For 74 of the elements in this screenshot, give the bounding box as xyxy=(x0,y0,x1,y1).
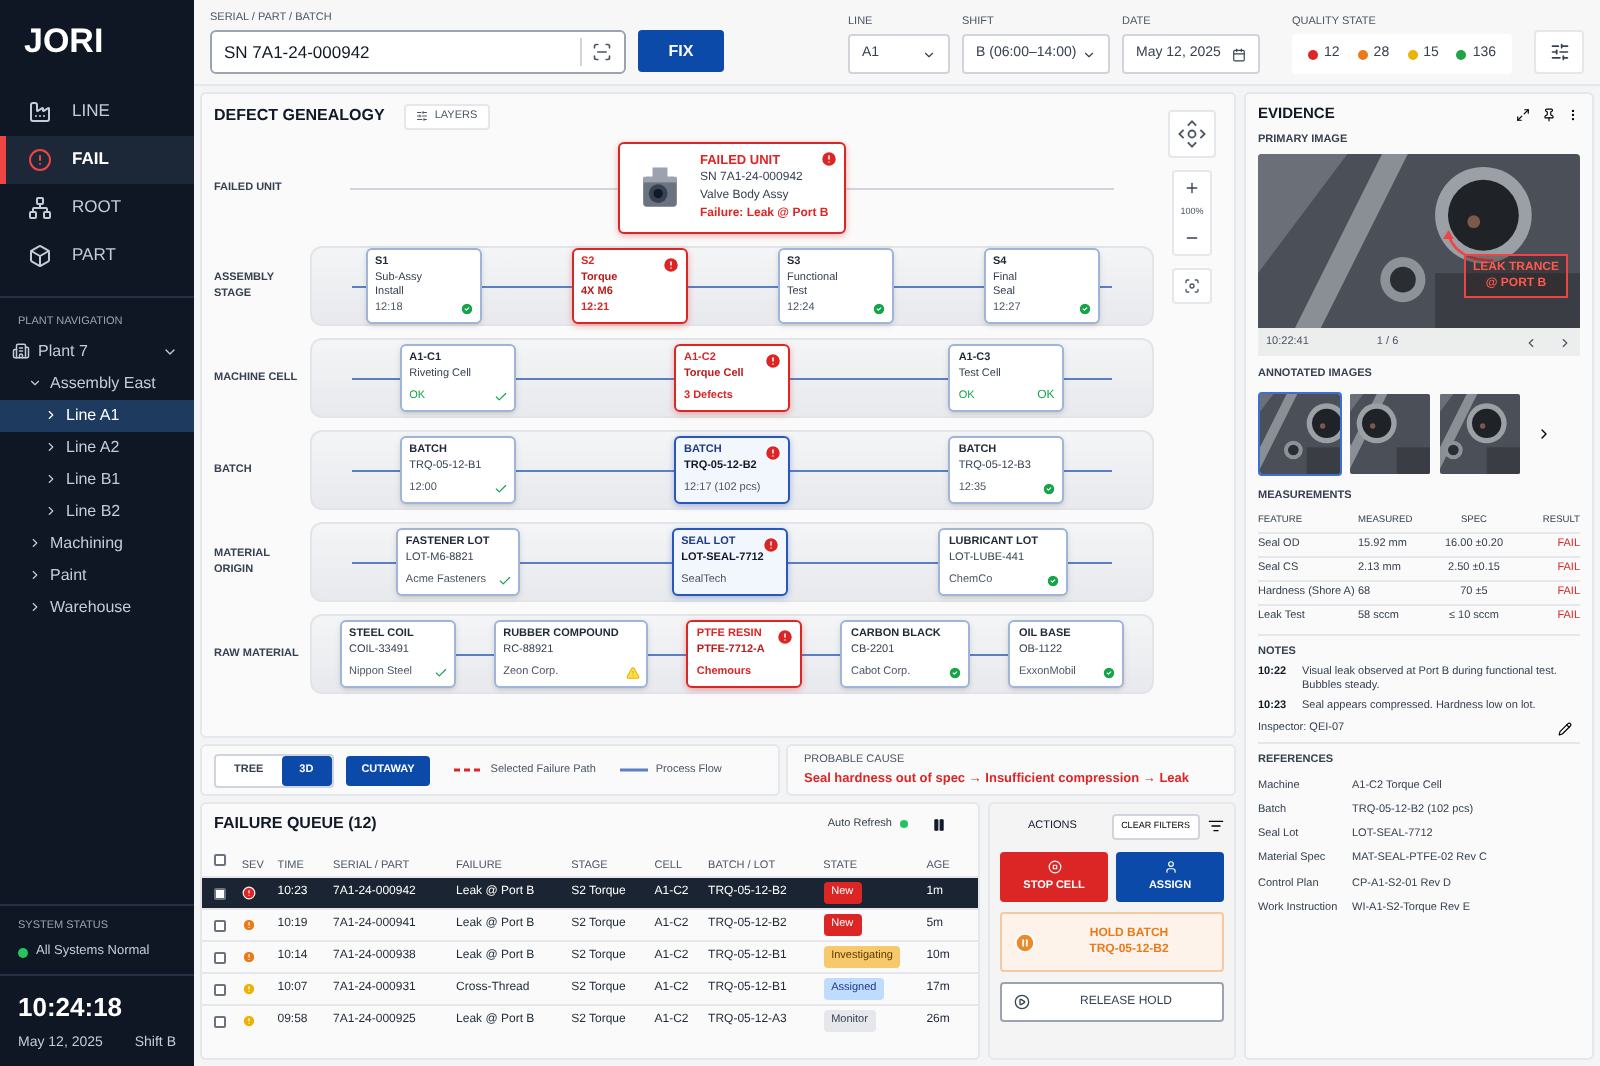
chevron-icon xyxy=(44,472,58,487)
nav-icon xyxy=(28,243,52,267)
tree-label: Assembly East xyxy=(50,371,156,396)
tree-item[interactable]: Line B2 xyxy=(0,495,194,528)
clock-time: 10:24:18 xyxy=(18,990,125,1026)
chevron-icon xyxy=(44,504,58,519)
scan-icon[interactable] xyxy=(592,42,612,62)
panel-title: FAILURE QUEUE (12) xyxy=(214,812,377,836)
zoom-in-icon[interactable] xyxy=(1184,180,1200,196)
filter-icon[interactable] xyxy=(1208,818,1224,834)
edit-icon[interactable] xyxy=(1558,721,1572,736)
more-icon[interactable] xyxy=(1566,107,1580,121)
focus-icon xyxy=(1184,277,1200,294)
tree-label: Plant 7 xyxy=(38,339,88,364)
filter-settings-button[interactable] xyxy=(1534,30,1584,74)
nav-item[interactable]: ROOT xyxy=(0,183,194,231)
tree-item[interactable]: Assembly East xyxy=(0,367,194,400)
tree-label: Warehouse xyxy=(50,595,132,620)
chevron-icon xyxy=(1082,47,1096,61)
logo: JORI xyxy=(22,20,106,64)
expand-icon[interactable] xyxy=(1516,107,1530,121)
pan-arrows-icon xyxy=(1178,120,1206,148)
chevron-icon xyxy=(28,568,42,583)
checkbox[interactable] xyxy=(214,919,226,931)
play-icon xyxy=(1014,994,1030,1010)
user-icon xyxy=(1163,859,1177,874)
thumbnail[interactable] xyxy=(1348,391,1432,475)
sliders-icon xyxy=(1549,42,1569,62)
checkbox[interactable] xyxy=(214,983,226,995)
nav-item[interactable]: LINE xyxy=(0,87,194,135)
pause-icon[interactable] xyxy=(932,817,946,831)
tree-item[interactable]: Plant 7 xyxy=(0,335,194,368)
tree-item[interactable]: Paint xyxy=(0,559,194,592)
chevron-icon xyxy=(44,440,58,455)
thumbnail[interactable] xyxy=(1438,391,1522,475)
pin-icon[interactable] xyxy=(1542,107,1556,121)
stop-icon xyxy=(1047,859,1061,874)
nav-icon xyxy=(28,147,52,171)
fit-view-button[interactable] xyxy=(1172,267,1212,304)
chevron-icon xyxy=(28,600,42,615)
nav-icon xyxy=(28,99,52,123)
tree-item[interactable]: Line A2 xyxy=(0,431,194,464)
previous-icon[interactable] xyxy=(1524,335,1538,350)
chevron-icon xyxy=(28,536,42,551)
pause-icon xyxy=(1014,931,1036,953)
tree-label: Paint xyxy=(50,563,87,588)
building-icon xyxy=(12,342,30,361)
chevron-icon xyxy=(922,47,936,61)
calendar-icon xyxy=(1232,47,1246,61)
tree-label: Line B2 xyxy=(66,499,121,524)
nav-item[interactable]: FAIL xyxy=(0,135,194,183)
panel-title: DEFECT GENEALOGY xyxy=(214,104,385,128)
next-icon[interactable] xyxy=(1536,425,1552,441)
fix-button[interactable]: FIX xyxy=(638,30,724,72)
tree-item[interactable]: Machining xyxy=(0,527,194,560)
tree-item[interactable]: Warehouse xyxy=(0,591,194,624)
tree-label: Line B1 xyxy=(66,467,121,492)
pan-control[interactable] xyxy=(1168,110,1216,158)
checkbox[interactable] xyxy=(214,854,226,866)
tree-label: Line A2 xyxy=(66,435,120,460)
checkbox[interactable] xyxy=(214,887,226,899)
sliders-icon xyxy=(416,110,429,122)
chevron-icon xyxy=(28,376,42,391)
nav-icon xyxy=(28,195,52,219)
tree-item[interactable]: Line B1 xyxy=(0,463,194,496)
nav-item[interactable]: PART xyxy=(0,231,194,279)
search-field[interactable]: SN 7A1-24-000942 xyxy=(210,30,626,74)
tree-label: Line A1 xyxy=(66,403,120,428)
chevron-icon xyxy=(44,408,58,423)
tree-label: Machining xyxy=(50,531,123,556)
tree-item[interactable]: Line A1 xyxy=(0,399,194,432)
checkbox[interactable] xyxy=(214,1015,226,1027)
checkbox[interactable] xyxy=(214,951,226,963)
thumbnail[interactable] xyxy=(1258,391,1342,475)
